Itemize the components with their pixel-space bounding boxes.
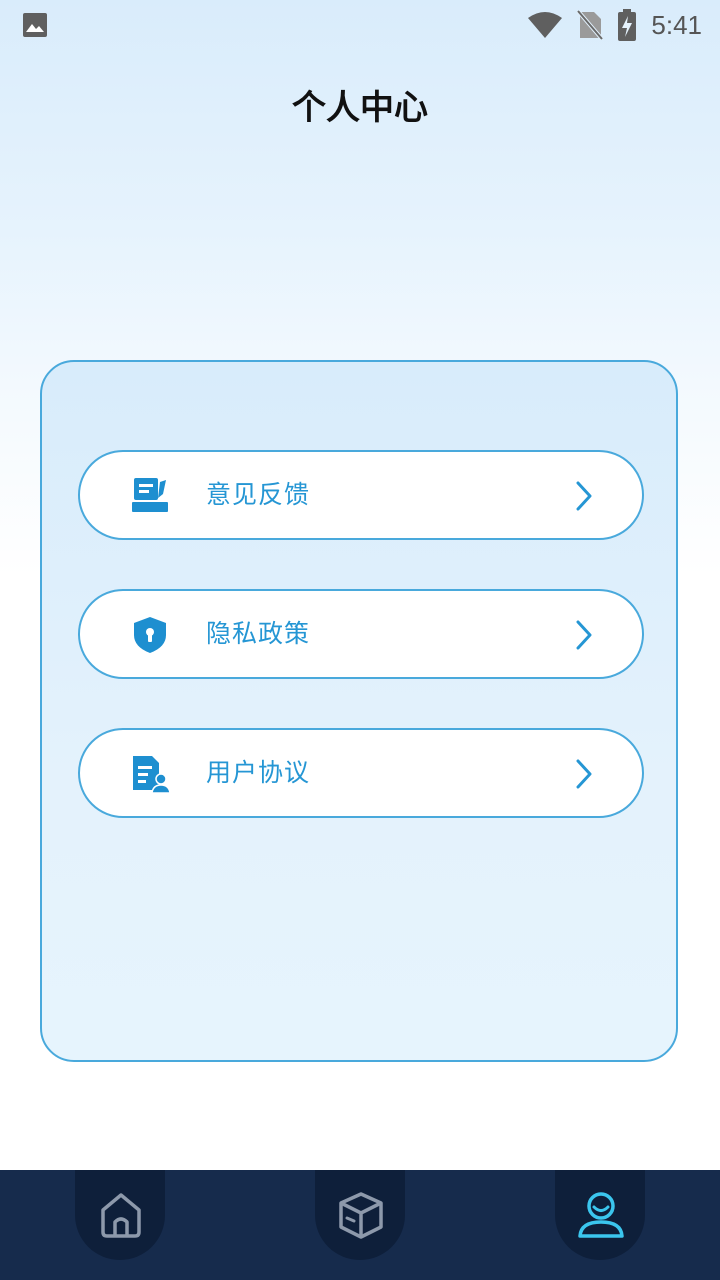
home-icon [101, 1193, 141, 1238]
box-icon [339, 1192, 383, 1239]
bottom-tab-bar [0, 1170, 720, 1280]
no-sim-icon [577, 10, 604, 40]
chevron-right-icon [576, 481, 592, 511]
status-icons: 5:41 [527, 8, 702, 42]
status-bar: 5:41 [0, 0, 720, 50]
menu-item-label: 隐私政策 [206, 619, 311, 648]
chevron-right-icon [576, 620, 592, 650]
chevron-right-icon [576, 759, 592, 789]
tab-box[interactable] [315, 1170, 405, 1260]
status-time: 5:41 [651, 9, 702, 40]
battery-charging-icon [618, 9, 637, 41]
image-icon [23, 13, 47, 37]
user-agreement-icon [133, 756, 170, 794]
menu-card: 意见反馈 隐私政策 用户协议 [40, 360, 678, 1062]
tab-home[interactable] [75, 1170, 165, 1260]
menu-item-feedback[interactable]: 意见反馈 [78, 450, 644, 540]
menu-item-user-agreement[interactable]: 用户协议 [78, 728, 644, 818]
tab-profile[interactable] [555, 1170, 645, 1260]
menu-item-label: 用户协议 [206, 758, 311, 787]
menu-item-label: 意见反馈 [206, 480, 311, 509]
profile-icon [578, 1192, 624, 1238]
menu-item-privacy-policy[interactable]: 隐私政策 [78, 589, 644, 679]
page-title: 个人中心 [292, 88, 428, 128]
feedback-icon [132, 478, 168, 512]
shield-lock-icon [134, 617, 166, 653]
wifi-icon [528, 12, 563, 38]
